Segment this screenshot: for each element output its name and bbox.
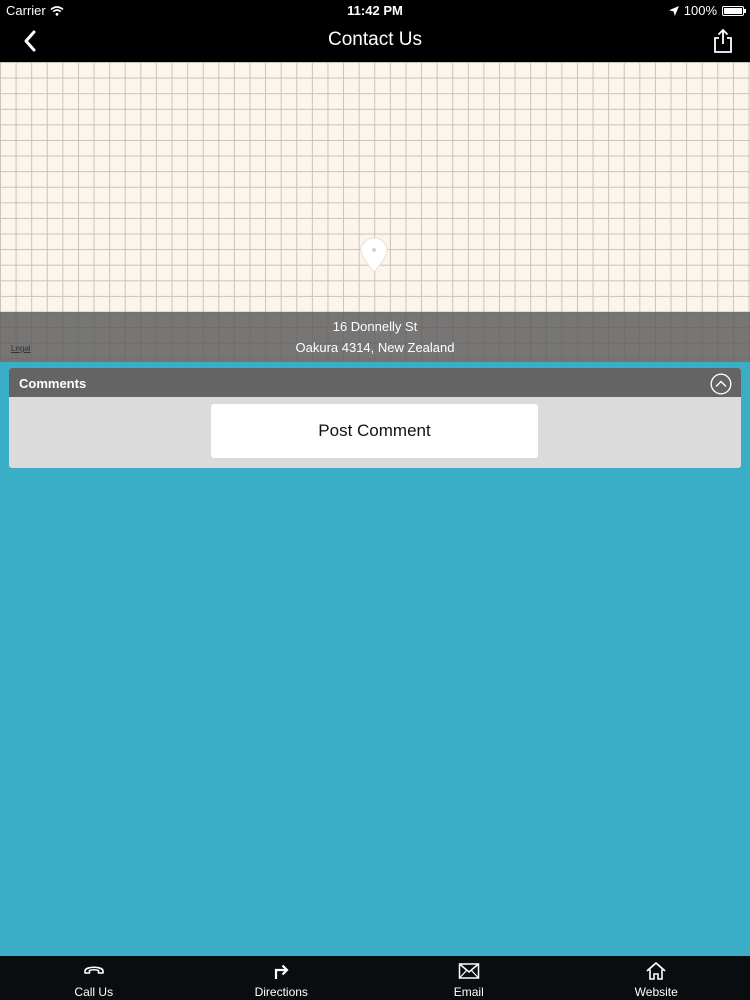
legal-link[interactable]: Legal [11,344,31,353]
tab-label-email: Email [453,985,484,999]
tab-label-website: Website [634,985,678,999]
status-right: 100% [668,3,746,18]
battery-icon [722,5,746,16]
directions-icon [275,964,289,979]
tab-call-us[interactable]: Call Us [0,956,188,1000]
page-title: Contact Us [328,29,422,50]
tab-label-directions: Directions [254,985,308,999]
location-arrow-icon [668,5,679,16]
comments-title: Comments [19,376,87,391]
collapse-chevron-icon[interactable] [710,373,732,395]
address-line-2: Oakura 4314, New Zealand [295,340,455,355]
email-icon [458,963,479,979]
comments-header[interactable]: Comments [9,368,741,397]
address-line-1: 16 Donnelly St [332,319,418,334]
battery-fill [724,7,742,14]
battery-percent: 100% [683,3,717,18]
bottom-tab-bar: Call Us Directions Email Website [0,956,750,1000]
status-time: 11:42 PM [347,3,403,18]
map-pin-icon[interactable] [358,236,390,280]
status-bar: Carrier 11:42 PM 100% [0,0,750,20]
address-overlay: 16 Donnelly St Oakura 4314, New Zealand [0,312,750,362]
share-icon[interactable] [710,27,736,55]
tab-website[interactable]: Website [563,956,750,1000]
map-view[interactable]: 16 Donnelly St Oakura 4314, New Zealand … [0,62,750,362]
tab-email[interactable]: Email [375,956,563,1000]
comments-panel: Comments Post Comment [9,368,741,468]
home-icon [646,962,666,980]
tab-directions[interactable]: Directions [188,956,376,1000]
phone-icon [83,966,104,974]
post-comment-button[interactable]: Post Comment [211,404,538,458]
nav-bar: Contact Us [0,20,750,62]
tab-label-call-us: Call Us [74,985,114,999]
